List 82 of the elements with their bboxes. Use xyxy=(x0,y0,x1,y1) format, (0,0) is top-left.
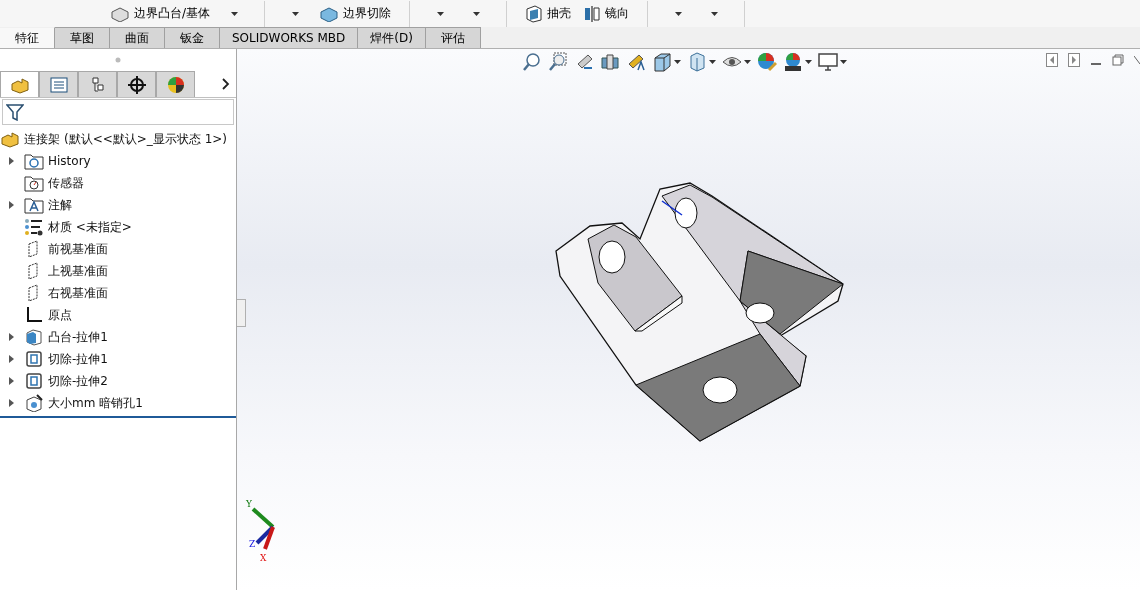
caret-icon xyxy=(744,60,751,64)
ribbon-tab[interactable]: 钣金 xyxy=(165,27,220,48)
ribbon-tab[interactable]: 曲面 xyxy=(110,27,165,48)
shell-icon xyxy=(525,4,544,23)
color-ball-icon xyxy=(166,75,185,94)
scene-icon xyxy=(783,52,803,72)
view-tool-button[interactable] xyxy=(651,50,682,74)
ribbon-tab[interactable]: 评估 xyxy=(425,27,481,48)
tree-item[interactable]: 上视基准面 xyxy=(48,262,108,280)
axis-label: X xyxy=(260,553,267,563)
hole-wizard-icon xyxy=(24,394,44,412)
grip-icon[interactable] xyxy=(115,57,121,63)
tree-item[interactable]: 原点 xyxy=(48,306,72,324)
previous-icon[interactable] xyxy=(1046,53,1058,67)
panel-tab[interactable] xyxy=(156,71,195,97)
tree-item[interactable]: 凸台-拉伸1 xyxy=(48,328,108,346)
close-icon[interactable] xyxy=(1134,53,1140,67)
configuration-name: (默认<<默认>_显示状态 1>) xyxy=(64,130,228,148)
ribbon-command[interactable]: 边界凸台/基体 xyxy=(104,1,217,26)
ribbon-tab[interactable]: 特征 xyxy=(0,27,55,48)
section-view-icon xyxy=(600,52,620,72)
shaded-cube-icon xyxy=(687,52,707,72)
tree-item[interactable]: 右视基准面 xyxy=(48,284,108,302)
material-list-icon xyxy=(24,218,44,236)
filter-field[interactable] xyxy=(2,99,234,125)
boss-icon xyxy=(110,5,130,22)
ribbon-command[interactable]: 抽壳 xyxy=(519,1,578,26)
view-tool-button[interactable] xyxy=(782,50,813,74)
filter-icon xyxy=(6,103,24,121)
caret-icon xyxy=(805,60,812,64)
zoom-area-icon xyxy=(548,52,568,72)
annotation-folder-icon xyxy=(24,196,44,214)
caret-icon xyxy=(436,11,444,16)
color-pencil-icon xyxy=(757,52,777,72)
view-tool-button[interactable] xyxy=(817,50,848,74)
caret-icon xyxy=(291,11,299,16)
caret-icon xyxy=(674,60,681,64)
tree-item[interactable]: 切除-拉伸2 xyxy=(48,372,108,390)
caret-icon xyxy=(230,11,238,16)
gauge-folder-icon xyxy=(24,174,44,192)
part-icon xyxy=(0,130,20,148)
origin-icon xyxy=(24,306,44,324)
caret-icon xyxy=(472,11,480,16)
caret-icon xyxy=(710,11,718,16)
crosshair-icon xyxy=(127,75,146,94)
restore-icon[interactable] xyxy=(1112,53,1124,67)
caret-icon xyxy=(840,60,847,64)
axis-label: Y xyxy=(246,499,252,509)
ribbon-tab[interactable]: 草图 xyxy=(55,27,110,48)
extrude-cut-icon xyxy=(24,350,44,368)
tree-item[interactable]: 大小mm 暗销孔1 xyxy=(48,394,143,412)
caret-icon xyxy=(674,11,682,16)
history-folder-icon xyxy=(24,152,44,170)
mirror-icon xyxy=(583,4,602,23)
tree-item[interactable]: 前视基准面 xyxy=(48,240,108,258)
part-icon xyxy=(9,75,30,94)
ribbon-tab[interactable]: 焊件(D) xyxy=(358,27,426,48)
monitor-icon xyxy=(818,52,838,72)
extrude-boss-icon xyxy=(24,328,44,346)
panel-tab[interactable] xyxy=(117,71,156,97)
tree-item[interactable]: 材质 <未指定> xyxy=(48,218,132,236)
tree-item[interactable]: History xyxy=(48,154,91,168)
cube-icon xyxy=(652,52,672,72)
axis-triad-drawing xyxy=(251,507,275,550)
cut-icon xyxy=(319,5,340,22)
annotation-icon xyxy=(626,52,646,72)
tree-item[interactable]: 切除-拉伸1 xyxy=(48,350,108,368)
panel-handle[interactable] xyxy=(237,299,246,327)
extrude-cut-icon xyxy=(24,372,44,390)
ribbon-tab[interactable]: SOLIDWORKS MBD xyxy=(220,27,359,48)
chevron-right-icon xyxy=(222,78,230,90)
list-icon xyxy=(49,76,68,93)
caret-icon xyxy=(709,60,716,64)
part-name: 连接架 xyxy=(24,130,60,148)
axis-label: Z xyxy=(249,539,256,549)
ribbon-command[interactable]: 边界切除 xyxy=(313,1,398,26)
tree-item[interactable]: 传感器 xyxy=(48,174,84,192)
magnifier-icon xyxy=(522,52,542,72)
next-icon[interactable] xyxy=(1068,53,1080,67)
configuration-icon xyxy=(89,75,106,94)
tree-item[interactable]: 注解 xyxy=(48,196,72,214)
ribbon-command[interactable]: 镜向 xyxy=(577,1,636,26)
